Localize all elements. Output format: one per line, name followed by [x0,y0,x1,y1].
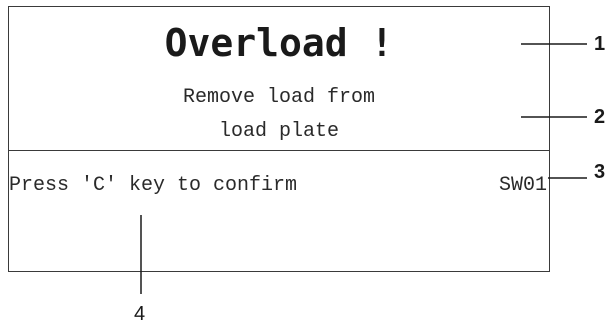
callout-label-2: 2 [594,106,605,128]
callout-layer: 1 2 3 4 [134,33,605,325]
callout-label-1: 1 [594,33,605,55]
callout-label-4: 4 [134,303,145,325]
callout-label-3: 3 [594,161,605,183]
